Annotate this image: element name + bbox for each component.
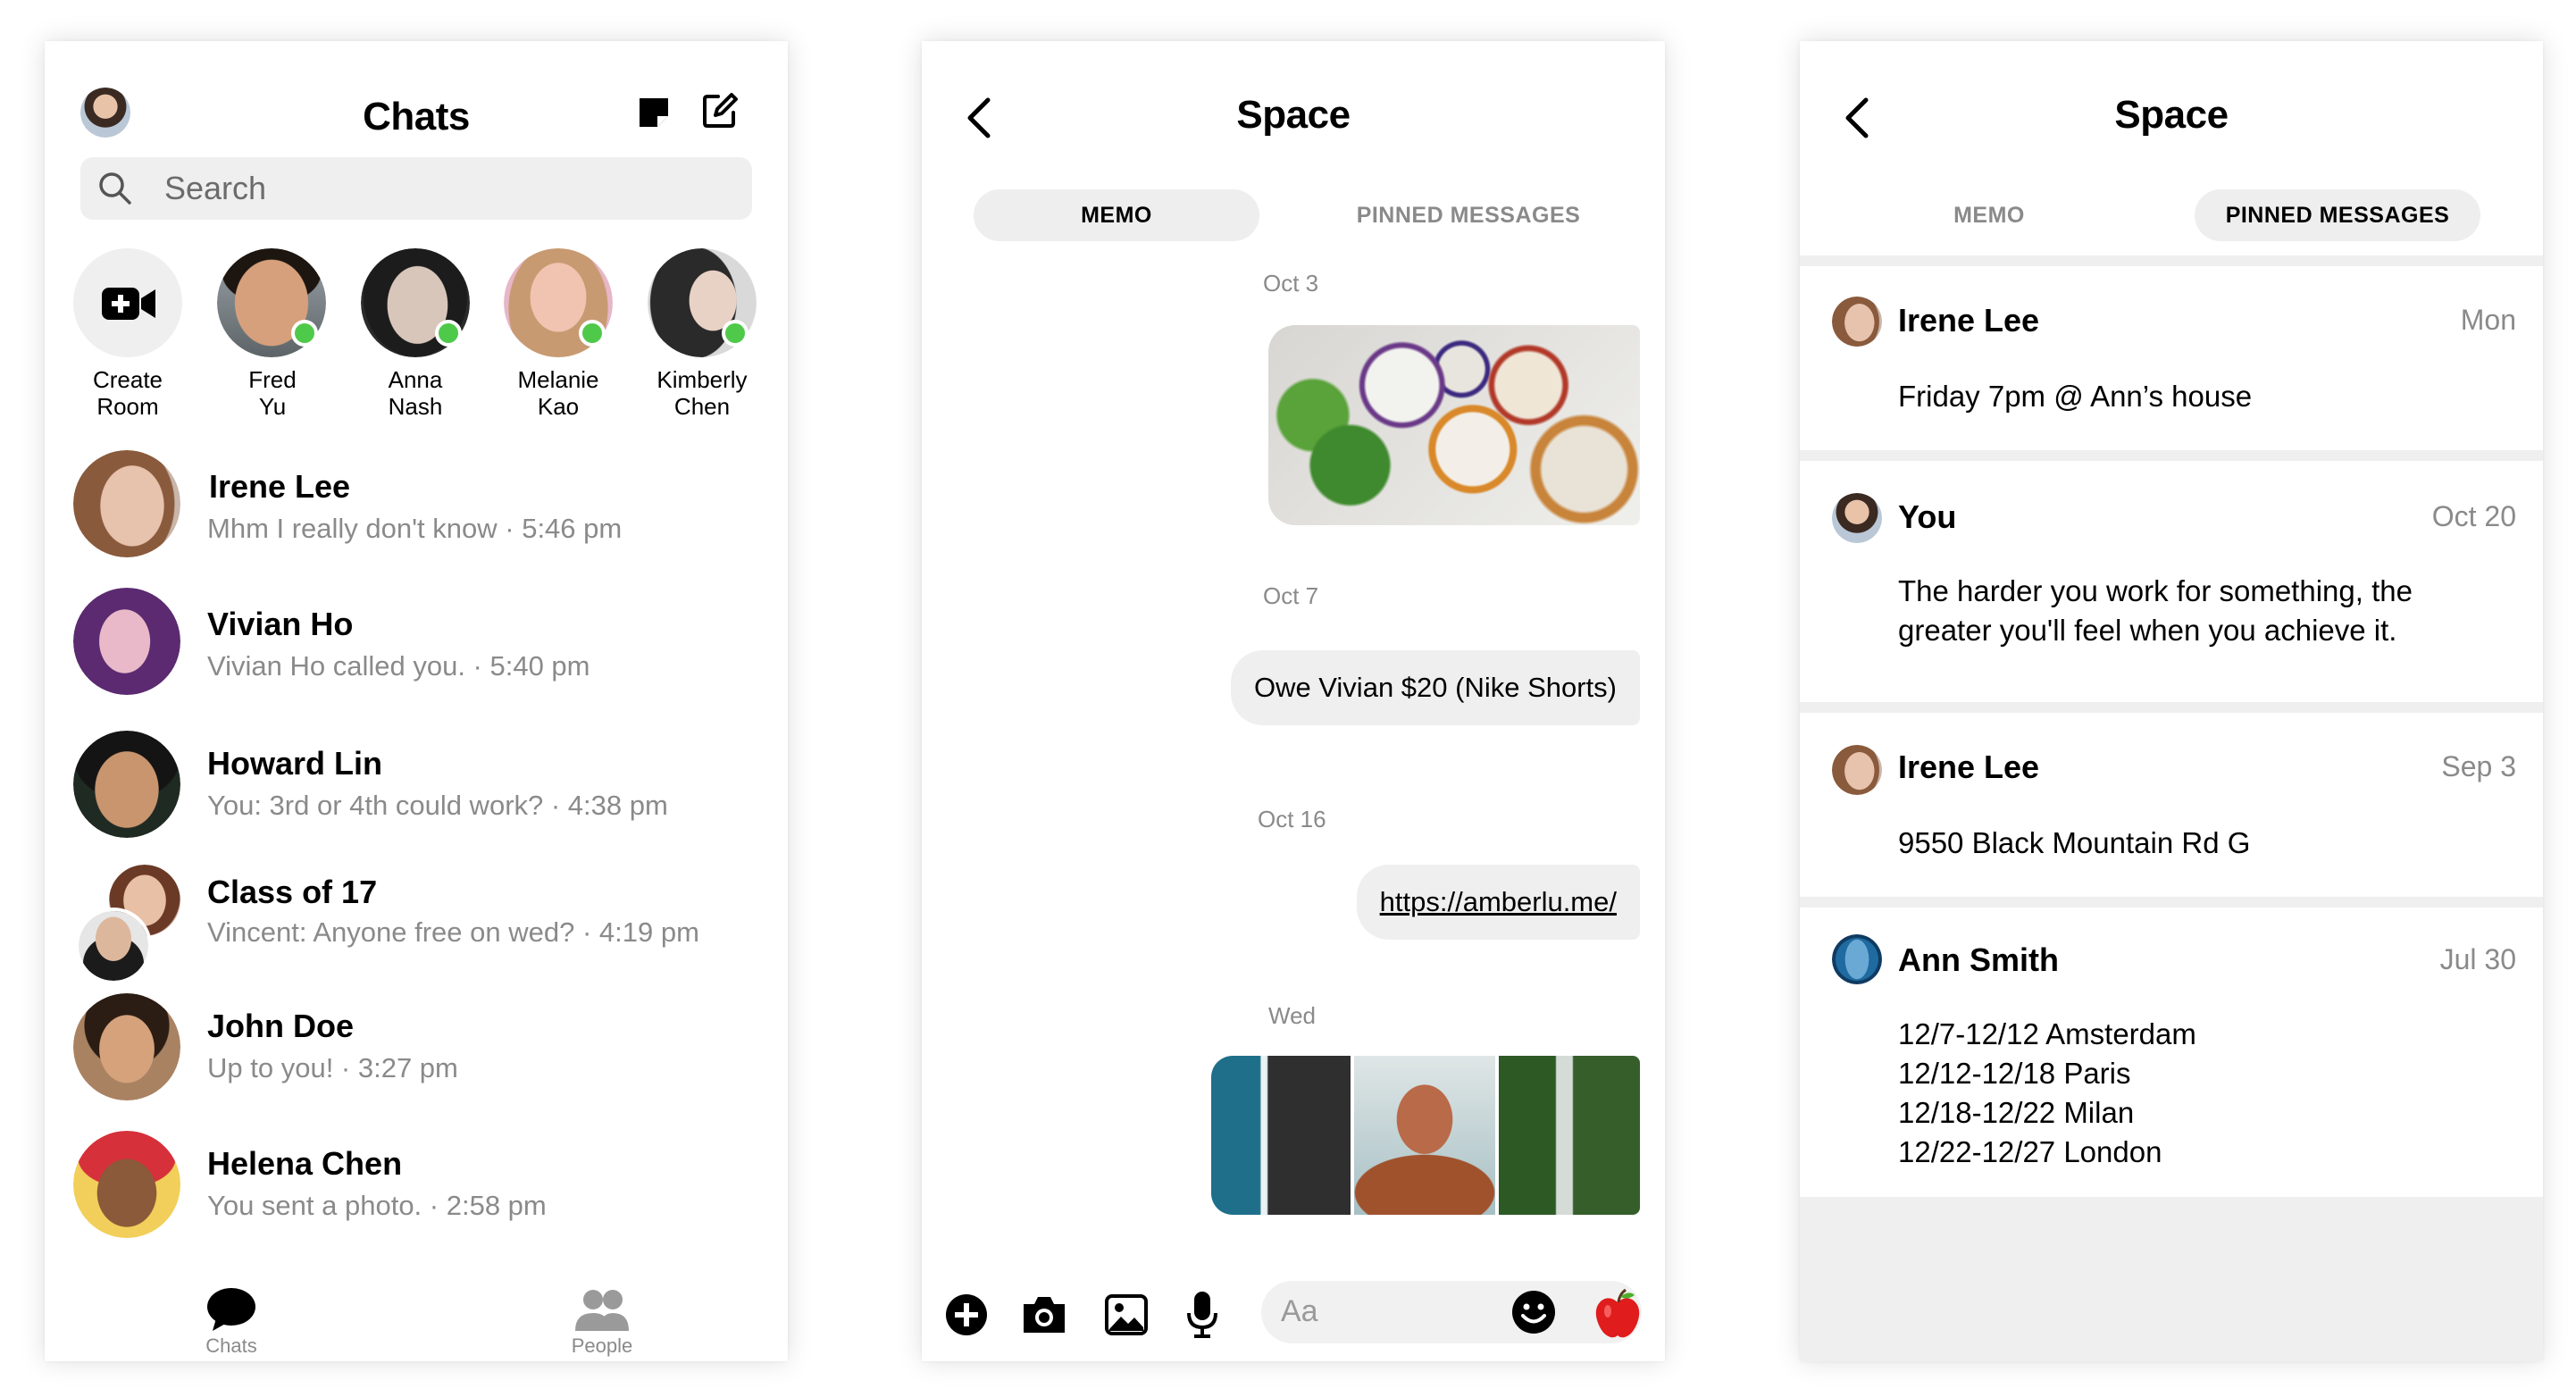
story-label: Anna Nash	[388, 366, 443, 420]
conversation-name: Howard Lin	[207, 745, 382, 782]
tab-label: People	[571, 1334, 633, 1357]
compose-icon[interactable]	[700, 91, 740, 130]
pinned-screen: Space MEMO PINNED MESSAGES Irene Lee Mon…	[1800, 41, 2543, 1361]
header: Space MEMO PINNED MESSAGES	[1800, 41, 2543, 255]
date-label: Oct 3	[1263, 270, 1319, 297]
pinned-item[interactable]: Irene Lee Mon Friday 7pm @ Ann’s house	[1800, 266, 2543, 450]
tab-label: Chats	[205, 1334, 257, 1357]
conversation-name: Class of 17	[207, 874, 378, 910]
message-input-placeholder: Aa	[1281, 1294, 1318, 1328]
avatar	[1832, 297, 1882, 347]
message-input[interactable]: Aa	[1261, 1281, 1642, 1343]
stickies-icon[interactable]	[636, 95, 672, 130]
food-photo[interactable]	[1268, 325, 1640, 525]
conversation-preview: Vincent: Anyone free on wed? · 4:19 pm	[207, 916, 699, 948]
story-label: Kimberly Chen	[657, 366, 748, 420]
pinned-date: Jul 30	[2439, 943, 2516, 975]
memo-message[interactable]: Owe Vivian $20 (Nike Shorts)	[1230, 650, 1640, 725]
pinned-date: Oct 20	[2431, 500, 2516, 532]
story-label: Melanie Kao	[517, 366, 599, 420]
avatar	[73, 1131, 180, 1238]
ocean-photo[interactable]	[1211, 1056, 1351, 1215]
avatar	[1832, 934, 1882, 984]
date-label: Oct 7	[1263, 582, 1319, 609]
chat-bubble-icon	[205, 1286, 257, 1333]
video-plus-icon	[100, 286, 157, 322]
conversation-preview: Mhm I really don't know · 5:46 pm	[207, 513, 623, 544]
avatar	[1832, 493, 1882, 543]
pinned-date: Mon	[2460, 304, 2516, 336]
pinned-item[interactable]: You Oct 20 The harder you work for somet…	[1800, 461, 2543, 702]
emoji-icon[interactable]	[1511, 1290, 1556, 1334]
sender-name: Irene Lee	[1898, 302, 2040, 339]
conversation-name: John Doe	[207, 1008, 355, 1044]
conversation-preview: Vivian Ho called you. · 5:40 pm	[207, 650, 590, 682]
boat-photo[interactable]	[1354, 1056, 1495, 1215]
tab-pinned-messages[interactable]: PINNED MESSAGES	[2195, 189, 2480, 241]
search-icon	[96, 170, 134, 207]
waterfall-photo[interactable]	[1499, 1056, 1640, 1215]
avatar	[73, 588, 180, 695]
avatar	[73, 450, 180, 557]
story-label: Fred Yu	[248, 366, 297, 420]
page-title: Chats	[363, 95, 470, 138]
people-icon	[573, 1288, 631, 1333]
conversation-preview: You sent a photo. · 2:58 pm	[207, 1190, 547, 1221]
pinned-text: 9550 Black Mountain Rd G	[1898, 826, 2251, 859]
online-indicator	[291, 320, 318, 347]
tab-pinned-messages[interactable]: PINNED MESSAGES	[1326, 189, 1611, 241]
conversation-name: Irene Lee	[209, 468, 351, 505]
gallery-icon[interactable]	[1104, 1293, 1149, 1336]
pinned-text: 12/7-12/12 Amsterdam 12/12-12/18 Paris 1…	[1898, 1017, 2196, 1168]
avatar	[73, 993, 180, 1100]
sender-name: Irene Lee	[1898, 749, 2040, 785]
search-bar[interactable]: Search	[80, 157, 752, 220]
tab-memo[interactable]: MEMO	[974, 189, 1259, 241]
date-label: Oct 16	[1258, 806, 1326, 832]
avatar	[1832, 745, 1882, 795]
online-indicator	[722, 320, 749, 347]
avatar	[73, 731, 180, 838]
create-room-button[interactable]	[73, 248, 182, 357]
link-text[interactable]: https://amberlu.me/	[1380, 886, 1617, 917]
sender-name: Ann Smith	[1898, 941, 2059, 978]
search-input[interactable]: Search	[164, 170, 266, 207]
memo-link[interactable]: https://amberlu.me/	[1356, 865, 1640, 940]
conversation-name: Helena Chen	[207, 1145, 403, 1182]
chats-screen: Chats Search Create Room Fred Yu Anna Na…	[45, 41, 788, 1361]
conversation-name: Vivian Ho	[207, 606, 354, 642]
online-indicator	[435, 320, 462, 347]
story-label: Create Room	[92, 366, 163, 420]
conversation-preview: Up to you! · 3:27 pm	[207, 1052, 458, 1083]
page-title: Space	[1236, 93, 1351, 137]
page-title: Space	[2114, 93, 2229, 137]
plus-circle-icon[interactable]	[945, 1293, 988, 1336]
microphone-icon[interactable]	[1186, 1290, 1218, 1340]
tab-memo[interactable]: MEMO	[1846, 189, 2132, 241]
pinned-text: The harder you work for something, the g…	[1898, 574, 2413, 647]
sender-name: You	[1898, 498, 1957, 535]
pinned-item[interactable]: Ann Smith Jul 30 12/7-12/12 Amsterdam 12…	[1800, 908, 2543, 1197]
apple-icon[interactable]	[1593, 1288, 1642, 1340]
pinned-item[interactable]: Irene Lee Sep 3 9550 Black Mountain Rd G	[1800, 713, 2543, 897]
camera-icon[interactable]	[1020, 1293, 1068, 1336]
online-indicator	[579, 320, 606, 347]
memo-screen: Space MEMO PINNED MESSAGES Oct 3 Oct 7 O…	[922, 41, 1665, 1361]
pinned-text: Friday 7pm @ Ann’s house	[1898, 380, 2253, 413]
pinned-date: Sep 3	[2441, 750, 2516, 782]
conversation-preview: You: 3rd or 4th could work? · 4:38 pm	[207, 790, 668, 821]
date-label: Wed	[1268, 1002, 1316, 1029]
